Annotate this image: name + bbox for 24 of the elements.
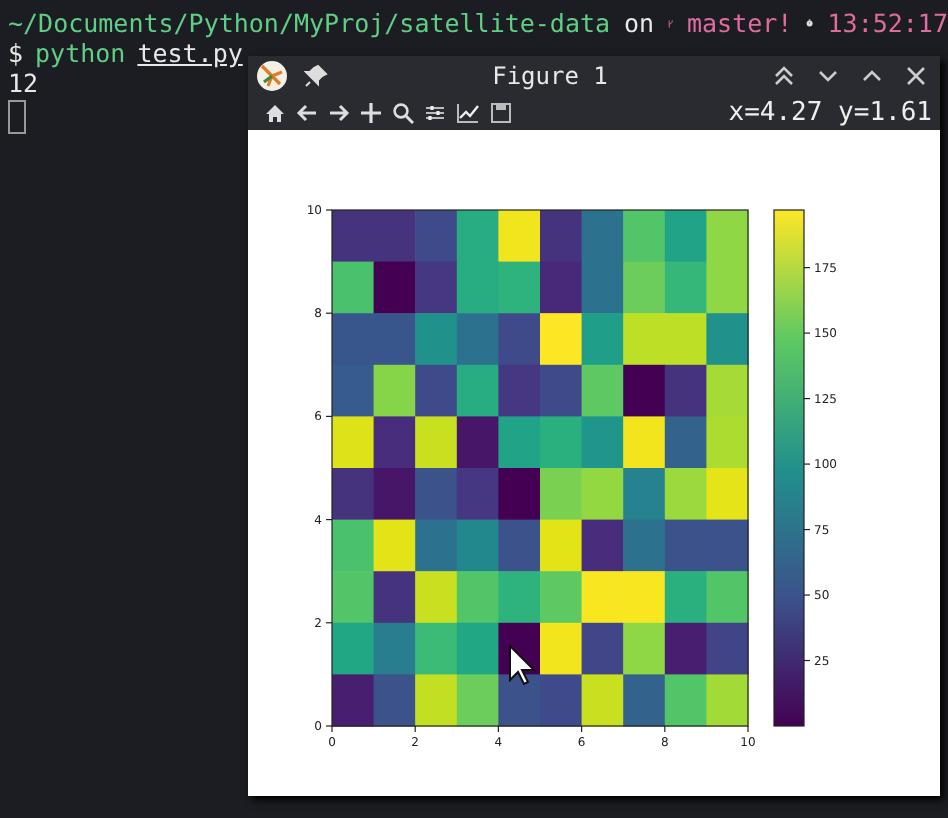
git-branch: master! [687, 8, 793, 38]
prompt-path: ~/Documents/Python/MyProj/satellite-data [8, 8, 611, 38]
sliders-icon[interactable] [424, 102, 446, 124]
close-icon[interactable] [904, 64, 928, 88]
clock-time: 13:52:17 [827, 8, 948, 38]
command-text: python [35, 38, 126, 68]
output-text: 12 [8, 68, 39, 98]
window-title: Figure 1 [490, 62, 610, 90]
app-logo-icon [256, 60, 288, 92]
home-icon[interactable] [264, 102, 286, 124]
save-icon[interactable] [490, 102, 512, 124]
cursor-coordinates: x=4.27 y=1.61 [728, 98, 932, 128]
prompt-symbol: $ [8, 38, 24, 68]
line-chart-icon[interactable] [456, 102, 480, 124]
zoom-icon[interactable] [392, 102, 414, 124]
text-cursor [8, 100, 26, 134]
mouse-pointer-icon [509, 643, 537, 686]
move-icon[interactable] [360, 102, 382, 124]
double-chevron-up-icon[interactable] [772, 64, 796, 88]
forward-arrow-icon[interactable] [328, 102, 350, 124]
prompt-text: on [624, 8, 655, 38]
command-argument: test.py [137, 38, 243, 68]
back-arrow-icon[interactable] [296, 102, 318, 124]
pin-icon[interactable] [304, 64, 328, 88]
